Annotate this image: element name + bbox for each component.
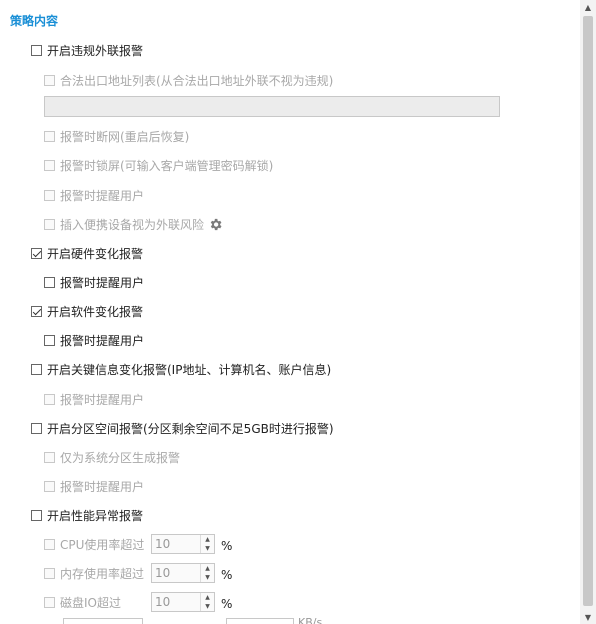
- system-partition-only-option: 仅为系统分区生成报警: [44, 448, 180, 466]
- performance-alarm-label: 开启性能异常报警: [47, 508, 144, 523]
- stepper-up-icon: ▲: [205, 594, 210, 601]
- system-partition-only-label: 仅为系统分区生成报警: [60, 450, 181, 465]
- partition-alarm-option[interactable]: 开启分区空间报警(分区剩余空间不足5GB时进行报警): [31, 419, 334, 437]
- memory-percent-unit: %: [221, 568, 233, 582]
- chevron-up-icon[interactable]: ▲: [580, 0, 596, 14]
- violation-alarm-option[interactable]: 开启违规外联报警: [31, 41, 143, 59]
- portable-device-checkbox: [44, 218, 55, 230]
- disk-io-threshold-option: 磁盘IO超过: [44, 593, 121, 611]
- cpu-threshold-stepper: 10 ▲ ▼: [151, 534, 215, 554]
- cpu-percent-unit: %: [221, 539, 233, 553]
- memory-threshold-stepper: 10 ▲ ▼: [151, 563, 215, 583]
- stepper-down-icon: ▼: [205, 545, 210, 552]
- portable-device-option: 插入便携设备视为外联风险: [44, 215, 223, 233]
- performance-alarm-option[interactable]: 开启性能异常报警: [31, 506, 143, 524]
- cpu-threshold-label: CPU使用率超过: [60, 537, 145, 552]
- hardware-alarm-option[interactable]: 开启硬件变化报警: [31, 244, 143, 262]
- legal-exit-list-checkbox: [44, 74, 55, 86]
- stepper-down-icon: ▼: [205, 603, 210, 610]
- software-notify-user-checkbox[interactable]: [44, 334, 55, 346]
- disk-io-percent-unit: %: [221, 597, 233, 611]
- partition-alarm-checkbox[interactable]: [31, 422, 42, 434]
- software-notify-user-label: 报警时提醒用户: [60, 333, 145, 348]
- disk-io-threshold-label: 磁盘IO超过: [60, 595, 121, 610]
- partial-input-right: [226, 618, 294, 624]
- chevron-down-icon[interactable]: ▼: [580, 610, 596, 624]
- lock-screen-checkbox: [44, 159, 55, 171]
- violation-notify-user-option: 报警时提醒用户: [44, 186, 144, 204]
- violation-alarm-label: 开启违规外联报警: [47, 43, 144, 58]
- memory-threshold-option: 内存使用率超过: [44, 564, 144, 582]
- legal-exit-list-input: [44, 96, 500, 117]
- gear-icon[interactable]: [208, 217, 223, 232]
- hardware-notify-user-option[interactable]: 报警时提醒用户: [44, 273, 144, 291]
- memory-threshold-value: 10: [155, 566, 171, 580]
- disk-io-threshold-checkbox: [44, 596, 55, 608]
- disk-io-threshold-stepper: 10 ▲ ▼: [151, 592, 215, 612]
- policy-content-panel: 策略内容 开启违规外联报警 合法出口地址列表(从合法出口地址外联不视为违规) 报…: [0, 0, 580, 624]
- key-info-alarm-checkbox[interactable]: [31, 363, 42, 375]
- software-alarm-checkbox[interactable]: [31, 305, 42, 317]
- partition-alarm-label: 开启分区空间报警(分区剩余空间不足5GB时进行报警): [47, 421, 334, 436]
- hardware-notify-user-label: 报警时提醒用户: [60, 275, 145, 290]
- legal-exit-list-label: 合法出口地址列表(从合法出口地址外联不视为违规): [60, 73, 334, 88]
- vertical-scrollbar[interactable]: ▲ ▼: [580, 0, 596, 624]
- key-info-alarm-label: 开启关键信息变化报警(IP地址、计算机名、账户信息): [47, 362, 332, 377]
- section-title: 策略内容: [10, 14, 59, 28]
- scrollbar-thumb[interactable]: [583, 16, 593, 606]
- lock-screen-label: 报警时锁屏(可输入客户端管理密码解锁): [60, 158, 274, 173]
- performance-alarm-checkbox[interactable]: [31, 509, 42, 521]
- memory-threshold-checkbox: [44, 567, 55, 579]
- partition-notify-user-label: 报警时提醒用户: [60, 479, 145, 494]
- partition-notify-user-option: 报警时提醒用户: [44, 477, 144, 495]
- violation-alarm-checkbox[interactable]: [31, 44, 42, 56]
- cut-network-option: 报警时断网(重启后恢复): [44, 127, 189, 145]
- memory-threshold-label: 内存使用率超过: [60, 566, 145, 581]
- legal-exit-list-option: 合法出口地址列表(从合法出口地址外联不视为违规): [44, 71, 333, 89]
- partition-notify-user-checkbox: [44, 480, 55, 492]
- key-info-notify-user-checkbox: [44, 393, 55, 405]
- software-alarm-label: 开启软件变化报警: [47, 304, 144, 319]
- cpu-threshold-checkbox: [44, 538, 55, 550]
- portable-device-label: 插入便携设备视为外联风险: [60, 217, 205, 232]
- violation-notify-user-label: 报警时提醒用户: [60, 188, 145, 203]
- hardware-alarm-label: 开启硬件变化报警: [47, 246, 144, 261]
- hardware-notify-user-checkbox[interactable]: [44, 276, 55, 288]
- stepper-up-icon: ▲: [205, 536, 210, 543]
- stepper-down-icon: ▼: [205, 574, 210, 581]
- cpu-threshold-value: 10: [155, 537, 171, 551]
- hardware-alarm-checkbox[interactable]: [31, 247, 42, 259]
- violation-notify-user-checkbox: [44, 189, 55, 201]
- lock-screen-option: 报警时锁屏(可输入客户端管理密码解锁): [44, 156, 273, 174]
- stepper-up-icon: ▲: [205, 565, 210, 572]
- partial-input-left: [63, 618, 143, 624]
- key-info-notify-user-label: 报警时提醒用户: [60, 392, 145, 407]
- cut-network-label: 报警时断网(重启后恢复): [60, 129, 190, 144]
- disk-io-threshold-value: 10: [155, 595, 171, 609]
- key-info-alarm-option[interactable]: 开启关键信息变化报警(IP地址、计算机名、账户信息): [31, 360, 331, 378]
- software-notify-user-option[interactable]: 报警时提醒用户: [44, 331, 144, 349]
- partial-unit-label: KB/s: [298, 616, 323, 624]
- system-partition-only-checkbox: [44, 451, 55, 463]
- key-info-notify-user-option: 报警时提醒用户: [44, 390, 144, 408]
- software-alarm-option[interactable]: 开启软件变化报警: [31, 302, 143, 320]
- cpu-threshold-option: CPU使用率超过: [44, 535, 144, 553]
- cut-network-checkbox: [44, 130, 55, 142]
